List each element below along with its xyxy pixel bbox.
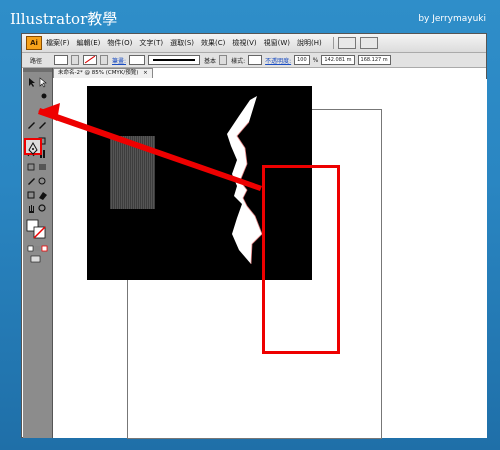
- x-field[interactable]: 142.081 m: [321, 55, 355, 65]
- tools-panel-icons: [23, 68, 52, 263]
- style-swatch[interactable]: [248, 55, 263, 65]
- control-bar: 路徑 筆畫: 基本 樣式: 不透明度: 100 % 142.081 m 168.…: [22, 53, 486, 68]
- menu-help[interactable]: 說明(H): [297, 38, 322, 48]
- menu-view[interactable]: 檢視(V): [232, 38, 256, 48]
- opacity-unit: %: [312, 56, 319, 64]
- zoom-icon[interactable]: [38, 204, 46, 212]
- brush-dropdown[interactable]: [219, 55, 228, 65]
- close-tab-icon[interactable]: ×: [143, 70, 148, 76]
- banner-title: Illustrator教學: [10, 10, 118, 28]
- selection-tool-icon[interactable]: [29, 78, 35, 87]
- fill-swatch[interactable]: [54, 55, 69, 65]
- tools-panel: [23, 68, 53, 438]
- eraser-icon[interactable]: [39, 192, 47, 200]
- direct-selection-tool-icon[interactable]: [39, 77, 47, 88]
- arrange-documents-button[interactable]: [359, 37, 378, 49]
- screen-mode-icon[interactable]: [30, 255, 41, 263]
- banner-author: by Jerrymayuki: [418, 14, 486, 24]
- magic-wand-icon[interactable]: [41, 93, 47, 99]
- stroke-dropdown[interactable]: [100, 55, 109, 65]
- menu-select[interactable]: 選取(S): [170, 38, 194, 48]
- y-field[interactable]: 168.127 m: [357, 55, 391, 65]
- paintbrush-icon[interactable]: [28, 122, 35, 129]
- brush-name: 基本: [204, 57, 217, 65]
- menu-edit[interactable]: 編輯(E): [77, 38, 101, 48]
- app-logo: Ai: [26, 36, 42, 50]
- hand-icon[interactable]: [29, 205, 34, 213]
- document-tab-label: 未命名-2* @ 85% (CMYK/預覽): [58, 70, 139, 76]
- opacity-link[interactable]: 不透明度:: [265, 56, 291, 65]
- brush-definition[interactable]: [148, 55, 201, 65]
- stroke-swatch[interactable]: [83, 55, 98, 65]
- none-mode-icon[interactable]: [41, 245, 48, 252]
- menu-object[interactable]: 物件(O): [107, 38, 132, 48]
- stroke-link[interactable]: 筆畫:: [112, 56, 126, 65]
- fill-dropdown[interactable]: [71, 55, 80, 65]
- menu-file[interactable]: 檔案(F): [46, 38, 70, 48]
- slice-icon[interactable]: [27, 191, 35, 199]
- menu-window[interactable]: 視窗(W): [264, 38, 290, 48]
- pen-icon: [28, 141, 38, 155]
- mesh-icon[interactable]: [27, 163, 35, 171]
- pen-tool-highlight[interactable]: [24, 138, 42, 155]
- document-tab[interactable]: 未命名-2* @ 85% (CMYK/預覽) ×: [53, 68, 153, 78]
- gradient-icon[interactable]: [39, 164, 46, 170]
- color-mode-icon[interactable]: [27, 245, 34, 252]
- blend-icon[interactable]: [38, 177, 46, 185]
- menu-type[interactable]: 文字(T): [139, 38, 163, 48]
- bridge-button[interactable]: [337, 37, 356, 49]
- highlight-box: [262, 165, 340, 354]
- style-label: 樣式:: [231, 57, 246, 65]
- pencil-icon[interactable]: [39, 122, 46, 129]
- menu-separator: [332, 37, 334, 49]
- gradient-mode-icon[interactable]: [35, 246, 40, 251]
- eyedropper-icon[interactable]: [28, 178, 35, 185]
- document-tab-bar: 未命名-2* @ 85% (CMYK/預覽) ×: [53, 68, 153, 78]
- menu-effect[interactable]: 效果(C): [201, 38, 225, 48]
- stroke-weight-field[interactable]: [129, 55, 146, 65]
- menu-bar: Ai 檔案(F) 編輯(E) 物件(O) 文字(T) 選取(S) 效果(C) 檢…: [22, 34, 486, 53]
- opacity-field[interactable]: 100: [294, 55, 310, 65]
- path-label: 路徑: [30, 57, 43, 65]
